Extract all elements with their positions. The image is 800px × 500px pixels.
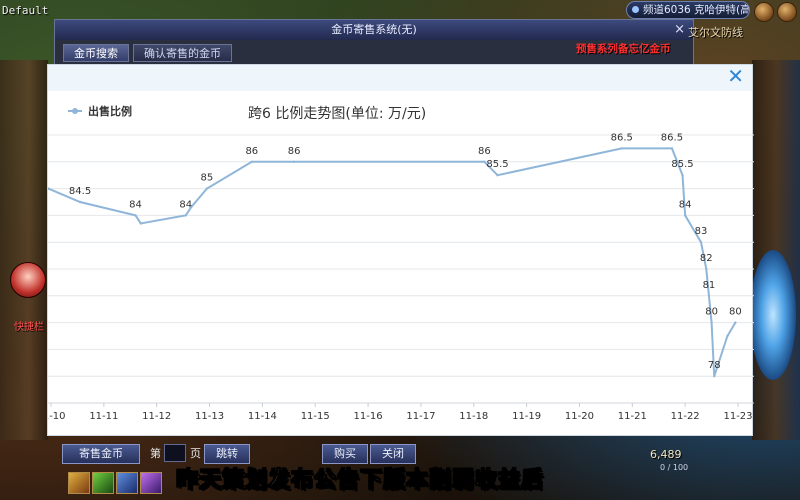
skill-slot-icon[interactable] <box>92 472 114 494</box>
skill-slot-icon[interactable] <box>116 472 138 494</box>
x-tick-label: 11-12 <box>142 411 171 422</box>
page-number-input[interactable] <box>164 444 186 462</box>
data-point <box>205 187 209 190</box>
data-point <box>699 241 703 244</box>
ratio-trend-chart-panel: ✕ 出售比例 跨6 比例走势图(单位: 万/元) 11-1011-1111-12… <box>47 64 754 436</box>
tab-gold-search[interactable]: 金币搜索 <box>63 44 129 62</box>
data-label: 78 <box>708 360 721 371</box>
x-tick-label: 11-21 <box>618 411 647 422</box>
data-point <box>139 222 143 225</box>
data-point <box>250 160 254 163</box>
x-tick-label: 11-15 <box>301 411 330 422</box>
sale-window-tabs: 金币搜索 确认寄售的金币 <box>63 44 232 62</box>
line-chart: 11-10 11-11 11-12 11-13 11-14 11-15 11-16 11-17… <box>48 132 754 422</box>
player-avatar[interactable] <box>10 262 46 298</box>
data-point <box>726 334 729 338</box>
settings-round-button[interactable] <box>777 2 797 22</box>
page-prefix-label: 第 <box>150 447 161 460</box>
jump-button[interactable]: 跳转 <box>204 444 250 464</box>
channel-indicator[interactable]: 频道6036 克哈伊特(高级 <box>626 1 750 19</box>
sell-gold-button[interactable]: 寄售金币 <box>62 444 140 464</box>
tab-confirm-sold-gold[interactable]: 确认寄售的金币 <box>133 44 232 62</box>
channel-dot-icon <box>632 6 639 13</box>
video-subtitle: 昨天策划发布公告下版本削弱收益后 <box>175 468 545 494</box>
data-point <box>670 147 674 150</box>
data-point <box>292 160 296 163</box>
data-label: 82 <box>700 253 713 264</box>
skill-slot-icon[interactable] <box>140 472 162 494</box>
data-point <box>683 214 687 217</box>
x-tick-label: 11-17 <box>406 411 435 422</box>
data-label: 84 <box>679 199 692 210</box>
x-tick-label: 11-16 <box>354 411 383 422</box>
page-suffix-label: 页 <box>190 447 201 460</box>
x-tick-label: 11-18 <box>459 411 488 422</box>
gold-amount: 6,489 <box>650 448 682 461</box>
x-tick-label: 11-13 <box>195 411 224 422</box>
data-point <box>483 160 486 163</box>
skill-bar <box>68 472 162 494</box>
data-point <box>707 294 711 297</box>
data-label: 84 <box>179 199 192 210</box>
x-tick-label: 11-23 <box>723 411 752 422</box>
channel-text: 频道6036 克哈伊特(高级 <box>643 4 750 16</box>
close-button[interactable]: 关闭 <box>370 444 416 464</box>
default-label: Default <box>2 4 49 17</box>
inventory-count: 0 / 100 <box>660 463 689 472</box>
data-label: 86 <box>245 146 258 157</box>
data-label: 85.5 <box>486 159 508 170</box>
quickbar-label: 快捷栏 <box>14 322 44 333</box>
menu-round-button[interactable] <box>754 2 774 22</box>
data-label: 86 <box>478 146 491 157</box>
x-tick-label: 11-10 <box>48 411 66 422</box>
data-label: 86.5 <box>611 132 633 143</box>
data-label: 86 <box>288 146 301 157</box>
area-name: 艾尔文防线 <box>688 26 743 39</box>
data-label: 86.5 <box>661 132 683 143</box>
data-point <box>734 321 737 324</box>
data-point <box>710 321 713 324</box>
x-tick-label: 11-11 <box>89 411 118 422</box>
data-label: 85 <box>201 173 214 184</box>
data-point <box>184 214 187 217</box>
sale-window-title: 金币寄售系统(无) <box>331 23 417 36</box>
data-point <box>705 267 708 271</box>
x-tick-label: 11-22 <box>671 411 700 422</box>
buy-button[interactable]: 购买 <box>322 444 368 464</box>
data-label: 84 <box>129 199 142 210</box>
data-label: 83 <box>695 226 708 237</box>
sale-notice: 预售系列备忘亿金币 <box>576 43 671 55</box>
x-tick-label: 11-19 <box>512 411 541 422</box>
sale-window-close-icon[interactable]: × <box>674 20 685 40</box>
data-point <box>496 174 499 177</box>
data-label: 84.5 <box>69 186 91 197</box>
portal-glow <box>750 250 796 380</box>
data-label: 80 <box>705 307 718 318</box>
data-point <box>681 174 684 177</box>
skill-slot-icon[interactable] <box>68 472 90 494</box>
series-line <box>48 147 737 377</box>
data-label: 85.5 <box>671 159 693 170</box>
data-point <box>189 206 193 209</box>
x-tick-label: 11-14 <box>248 411 277 422</box>
left-scenery <box>0 60 48 440</box>
sale-window-titlebar: 金币寄售系统(无) × <box>55 20 693 40</box>
data-point <box>78 200 82 204</box>
data-label: 81 <box>703 280 716 291</box>
x-tick-label: 11-20 <box>565 411 594 422</box>
data-point <box>620 147 623 150</box>
data-label: 80 <box>729 307 742 318</box>
data-point <box>134 214 137 217</box>
data-point <box>713 375 716 378</box>
